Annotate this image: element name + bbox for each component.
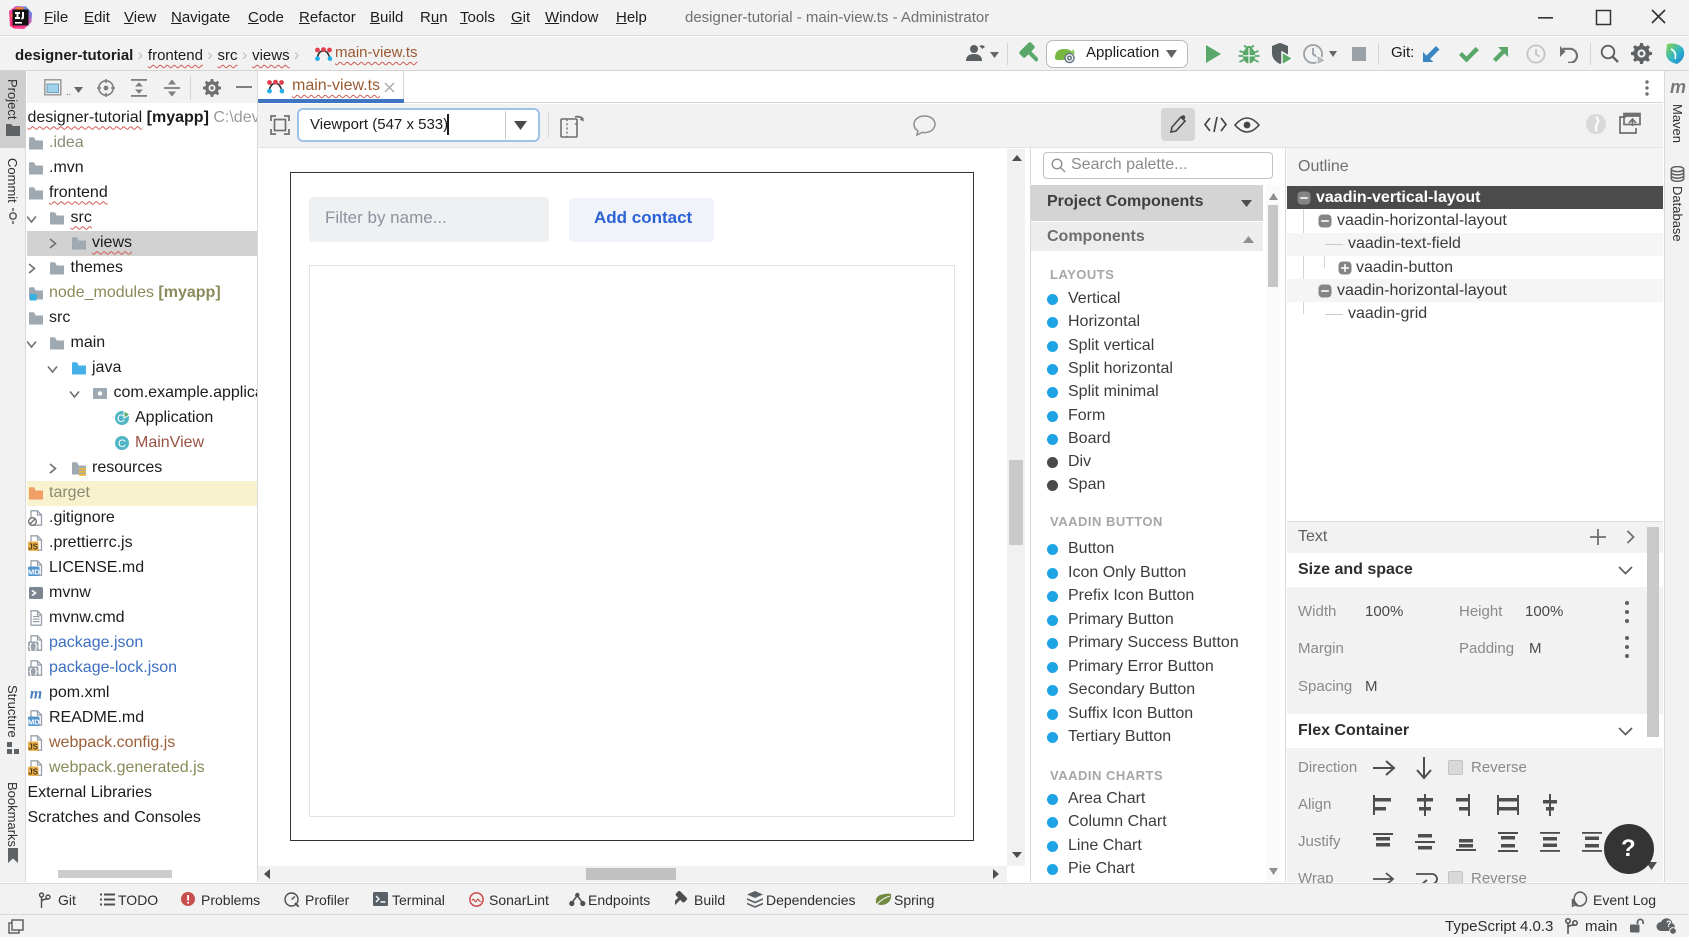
svg-text:JS: JS — [28, 543, 38, 552]
svg-text:m: m — [29, 686, 41, 702]
svg-text:JS: JS — [28, 768, 38, 777]
svg-text:C: C — [118, 438, 126, 450]
svg-text:MD: MD — [28, 567, 40, 576]
svg-text:{ }: { } — [28, 641, 38, 651]
svg-text:MD: MD — [28, 717, 40, 726]
svg-text:JS: JS — [28, 743, 38, 752]
svg-text:{ }: { } — [28, 666, 38, 676]
svg-text:?: ? — [1666, 919, 1672, 929]
